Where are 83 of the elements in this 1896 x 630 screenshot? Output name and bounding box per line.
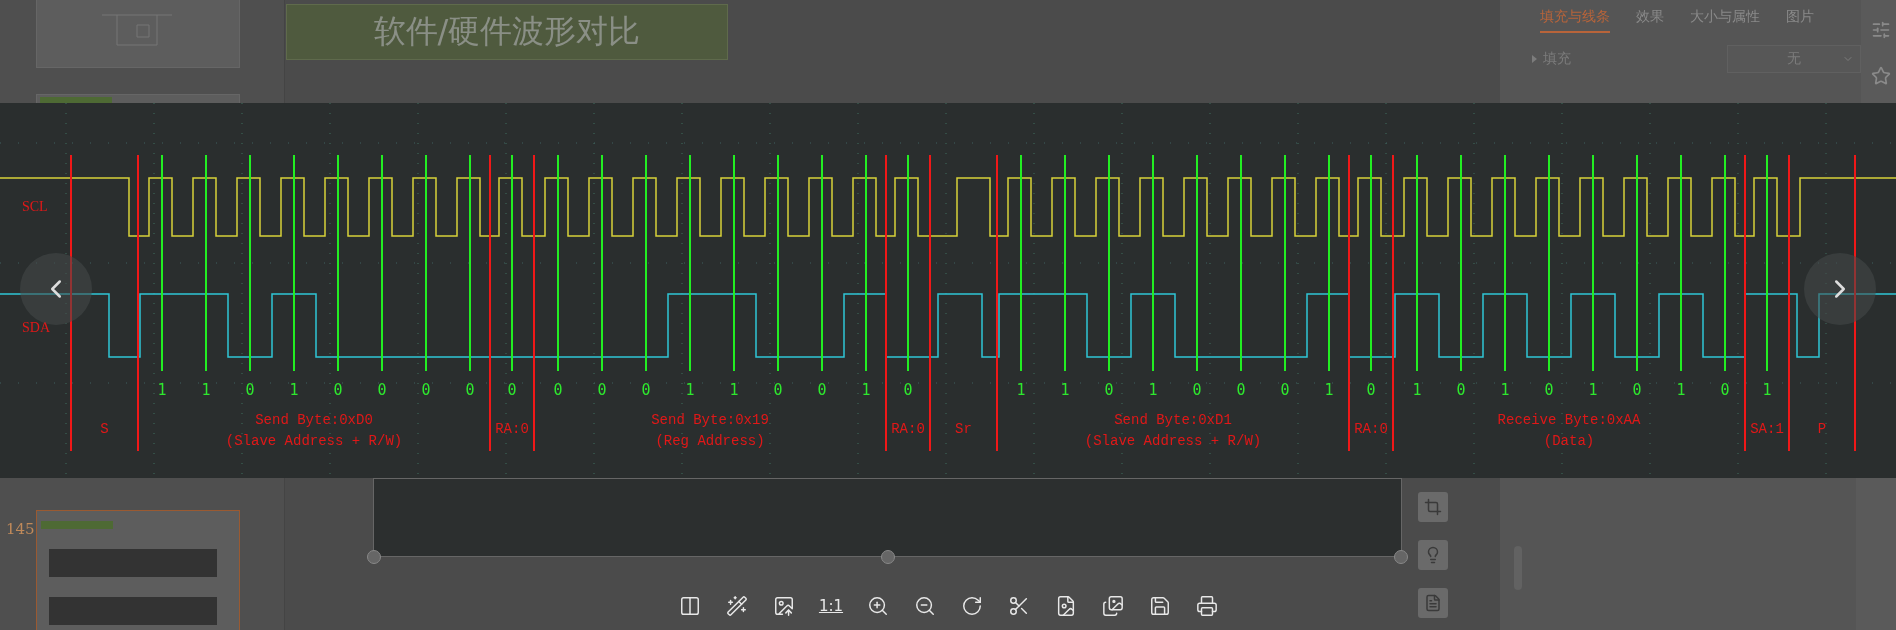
- bit-value: 0: [597, 381, 607, 399]
- frame-label: Send Byte:0x19: [651, 412, 769, 428]
- frame-label: Send Byte:0xD1: [1114, 412, 1232, 428]
- frame-sublabel: (Data): [1543, 433, 1595, 449]
- print-icon: [1196, 595, 1218, 617]
- resize-handle[interactable]: [1394, 550, 1408, 564]
- bit-value: 1: [289, 381, 299, 399]
- bit-value: 1: [729, 381, 739, 399]
- frame-label: RA:0: [495, 421, 529, 437]
- bit-value: 0: [1632, 381, 1642, 399]
- title-bar-icon: [40, 97, 112, 103]
- document-icon: [1424, 594, 1442, 612]
- frame-label: P: [1817, 421, 1827, 437]
- bit-value: 0: [1104, 381, 1114, 399]
- frame-label: RA:0: [1354, 421, 1388, 437]
- frame-label: RA:0: [891, 421, 925, 437]
- bit-value: 1: [861, 381, 871, 399]
- bit-value: 1: [685, 381, 695, 399]
- image-file-icon: [1055, 595, 1077, 617]
- crop-button[interactable]: [1418, 492, 1448, 522]
- bit-value: 0: [465, 381, 475, 399]
- frame-sublabel: (Slave Address + R/W): [225, 433, 403, 449]
- bit-value: 0: [817, 381, 827, 399]
- bit-value: 0: [903, 381, 913, 399]
- bit-value: 0: [773, 381, 783, 399]
- bit-value: 1: [1148, 381, 1158, 399]
- slide-number: 145: [6, 520, 35, 538]
- slide-thumbnail[interactable]: [36, 510, 240, 630]
- bit-value: 0: [507, 381, 517, 399]
- compare-icon: [679, 595, 701, 617]
- frame-label: Receive Byte:0xAA: [1497, 412, 1641, 428]
- frame-label: Send Byte:0xD0: [255, 412, 373, 428]
- bit-value: 1: [1324, 381, 1334, 399]
- frame-sublabel: (Slave Address + R/W): [1084, 433, 1262, 449]
- bit-value: 1: [1016, 381, 1026, 399]
- save-icon: [1149, 595, 1171, 617]
- bit-value: 1: [1412, 381, 1422, 399]
- signal-label: SCL: [22, 199, 48, 214]
- bit-value: 0: [245, 381, 255, 399]
- scissors-icon: [1008, 595, 1030, 617]
- zoom-out-icon: [914, 595, 936, 617]
- bit-value: 0: [1456, 381, 1466, 399]
- rotate-icon: [961, 595, 983, 617]
- bit-value: 0: [421, 381, 431, 399]
- resize-handle[interactable]: [367, 550, 381, 564]
- bit-value: 1: [1588, 381, 1598, 399]
- signal-label: SDA: [22, 320, 50, 335]
- images-icon: [1102, 595, 1124, 617]
- bit-value: 1: [1676, 381, 1686, 399]
- panel-tab[interactable]: 填充与线条: [1540, 8, 1610, 33]
- bit-value: 1: [1762, 381, 1772, 399]
- frame-label: S: [100, 421, 109, 437]
- title-bar-icon: [41, 521, 113, 529]
- bit-value: 0: [1544, 381, 1554, 399]
- bit-value: 0: [1192, 381, 1202, 399]
- slide-thumbnail[interactable]: [36, 0, 240, 68]
- document-button[interactable]: [1418, 588, 1448, 618]
- lightbulb-button[interactable]: [1418, 540, 1448, 570]
- bit-value: 0: [641, 381, 651, 399]
- image-edit-icon: [773, 595, 795, 617]
- actual-size-button[interactable]: 1:1: [813, 588, 849, 624]
- zoom-in-icon: [867, 595, 889, 617]
- bit-value: 0: [1280, 381, 1290, 399]
- bit-value: 0: [1366, 381, 1376, 399]
- frame-label: SA:1: [1750, 421, 1784, 437]
- crop-icon: [1424, 498, 1442, 516]
- bit-value: 0: [377, 381, 387, 399]
- settings-icon[interactable]: [1871, 20, 1891, 40]
- slide-title[interactable]: 软件/硬件波形对比: [286, 4, 728, 60]
- bit-value: 0: [333, 381, 343, 399]
- bit-value: 1: [201, 381, 211, 399]
- resize-handle[interactable]: [881, 550, 895, 564]
- bit-value: 1: [1060, 381, 1070, 399]
- bit-value: 0: [553, 381, 563, 399]
- wand-icon: [726, 595, 748, 617]
- bit-value: 0: [1236, 381, 1246, 399]
- frame-label: Sr: [955, 421, 972, 437]
- bit-value: 1: [1500, 381, 1510, 399]
- frame-sublabel: (Reg Address): [655, 433, 765, 449]
- slide-image[interactable]: [373, 478, 1402, 557]
- star-icon[interactable]: [1871, 66, 1891, 86]
- bit-value: 1: [157, 381, 167, 399]
- bit-value: 0: [1720, 381, 1730, 399]
